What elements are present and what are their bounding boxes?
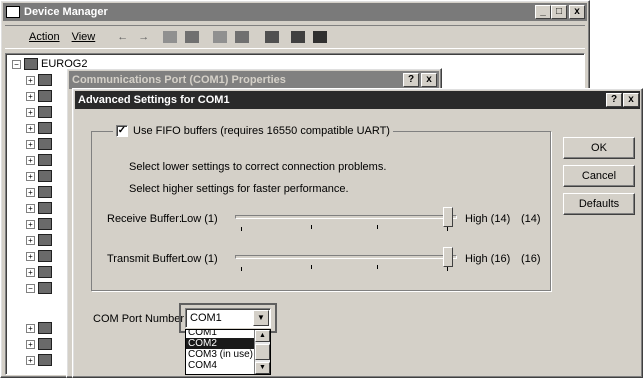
chevron-down-icon[interactable]: ▼ [253, 310, 269, 326]
tree-item[interactable]: + [26, 352, 52, 368]
fifo-checkbox[interactable]: ✓ [116, 125, 128, 137]
close-button[interactable]: x [421, 73, 437, 87]
receive-tick [241, 227, 242, 231]
tree-item[interactable]: + [26, 136, 52, 152]
tree-item[interactable]: + [26, 336, 52, 352]
dropdown-scrollbar[interactable]: ▲ ▼ [254, 330, 270, 374]
tree-item[interactable]: + [26, 184, 52, 200]
tree-item[interactable]: + [26, 248, 52, 264]
fifo-groupbox [91, 131, 551, 291]
transmit-buffer-label: Transmit Buffer: [107, 253, 185, 265]
advanced-settings-dialog: Advanced Settings for COM1 ? x ✓ Use FIF… [72, 88, 643, 378]
forward-arrow-icon[interactable]: → [138, 31, 149, 43]
com-port-dropdown-list[interactable]: COM1 COM2 COM3 (in use) COM4 ▲ ▼ [185, 329, 271, 375]
menu-action[interactable]: Action [29, 31, 60, 43]
menu-bar: Action View ← → [5, 25, 585, 49]
advanced-settings-title: Advanced Settings for COM1 [78, 94, 230, 106]
toolbar-icon-5[interactable] [265, 31, 280, 43]
toolbar-icon-6[interactable] [291, 31, 306, 43]
comm-port-title: Communications Port (COM1) Properties [72, 74, 286, 86]
receive-tick [311, 225, 312, 229]
transmit-low-label: Low (1) [181, 253, 218, 265]
close-button[interactable]: x [623, 93, 639, 107]
com-port-select[interactable]: COM1 ▼ [185, 308, 271, 328]
scroll-up-icon[interactable]: ▲ [255, 330, 270, 342]
ok-button[interactable]: OK [563, 137, 635, 159]
toolbar-icon-1[interactable] [163, 31, 178, 43]
transmit-tick [311, 265, 312, 269]
help-button[interactable]: ? [606, 93, 622, 107]
help-button[interactable]: ? [403, 73, 419, 87]
list-item-selected[interactable]: COM2 [186, 338, 254, 349]
tree-item[interactable]: + [26, 72, 52, 88]
receive-value: (14) [521, 213, 541, 225]
com-port-label: COM Port Number: [93, 313, 188, 325]
transmit-high-label: High (16) [465, 253, 511, 265]
receive-low-label: Low (1) [181, 213, 218, 225]
tree-item[interactable]: + [26, 120, 52, 136]
cancel-button[interactable]: Cancel [563, 165, 635, 187]
tree-item[interactable]: + [26, 200, 52, 216]
computer-icon [24, 58, 38, 70]
receive-slider-track[interactable] [235, 215, 457, 219]
tree-item[interactable]: − [26, 280, 52, 296]
receive-buffer-label: Receive Buffer: [107, 213, 183, 225]
receive-high-label: High (14) [465, 213, 511, 225]
close-button[interactable]: x [569, 5, 585, 19]
comm-port-titlebar[interactable]: Communications Port (COM1) Properties ? … [69, 71, 439, 89]
tree-item[interactable]: + [26, 88, 52, 104]
toolbar-icon-2[interactable] [185, 31, 200, 43]
back-arrow-icon[interactable]: ← [117, 31, 128, 43]
minimize-button[interactable]: _ [535, 5, 551, 19]
transmit-slider-track[interactable] [235, 255, 457, 259]
receive-tick [377, 225, 378, 229]
tree-item[interactable]: + [26, 168, 52, 184]
receive-slider-thumb[interactable] [443, 207, 453, 227]
transmit-tick [377, 265, 378, 269]
transmit-value: (16) [521, 253, 541, 265]
toolbar-icon-7[interactable] [313, 31, 328, 43]
tree-item[interactable]: + [26, 152, 52, 168]
scroll-thumb[interactable] [255, 344, 270, 360]
fifo-label: Use FIFO buffers (requires 16550 compati… [133, 125, 390, 137]
tree-item[interactable]: + [26, 320, 52, 336]
transmit-slider-thumb[interactable] [443, 247, 453, 267]
receive-tick [447, 227, 448, 231]
tree-item[interactable]: + [26, 216, 52, 232]
transmit-tick [447, 267, 448, 271]
device-manager-icon [6, 6, 20, 18]
device-manager-titlebar[interactable]: Device Manager _ □ x [3, 3, 587, 21]
toolbar-icon-4[interactable] [235, 31, 250, 43]
maximize-button[interactable]: □ [551, 5, 567, 19]
fifo-checkbox-row[interactable]: ✓ Use FIFO buffers (requires 16550 compa… [113, 125, 393, 137]
com-port-value: COM1 [190, 312, 222, 324]
device-manager-title: Device Manager [24, 6, 108, 18]
tree-item[interactable]: + [26, 264, 52, 280]
scroll-down-icon[interactable]: ▼ [255, 362, 270, 374]
hint-higher: Select higher settings for faster perfor… [129, 183, 349, 195]
tree-item[interactable]: + [26, 232, 52, 248]
hint-lower: Select lower settings to correct connect… [129, 161, 387, 173]
transmit-tick [241, 267, 242, 271]
defaults-button[interactable]: Defaults [563, 193, 635, 215]
tree-item[interactable]: + [26, 104, 52, 120]
toolbar-icon-3[interactable] [213, 31, 228, 43]
menu-view[interactable]: View [72, 31, 96, 43]
collapse-icon[interactable]: − [12, 59, 21, 69]
advanced-settings-titlebar[interactable]: Advanced Settings for COM1 ? x [75, 91, 640, 109]
